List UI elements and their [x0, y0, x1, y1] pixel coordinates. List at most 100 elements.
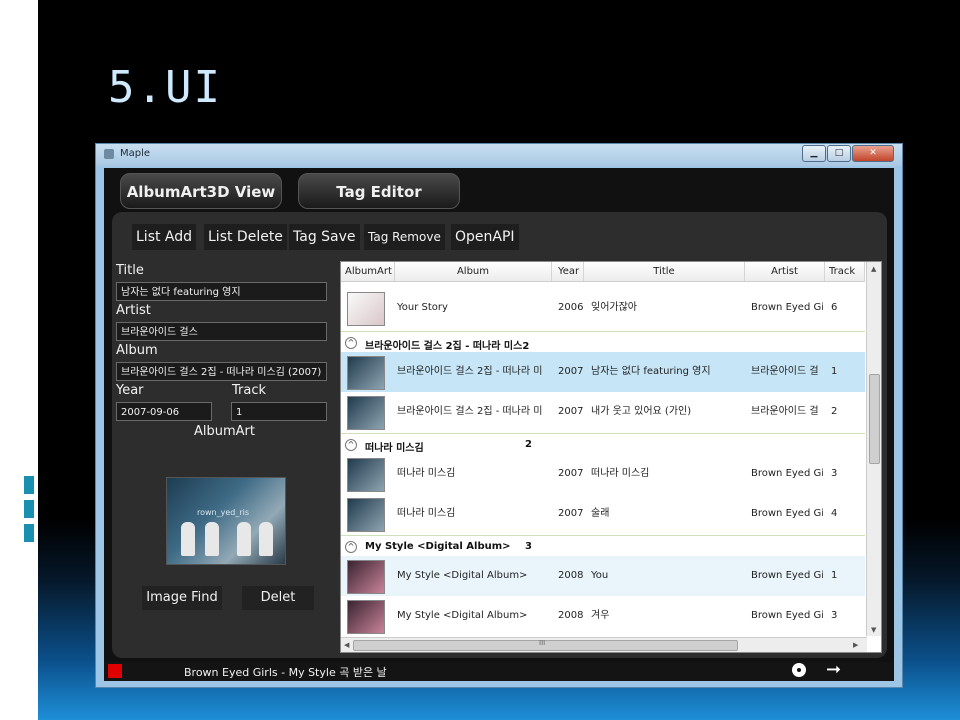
- year-cell: 2006: [558, 302, 584, 313]
- track-cell: 3: [831, 610, 838, 621]
- albumart-figure: [237, 522, 251, 556]
- album-cell: 브라운아이드 걸스 2집 - 떠나라 미: [397, 366, 543, 377]
- tag-save-button[interactable]: Tag Save: [289, 224, 360, 250]
- table-row[interactable]: 떠나라 미스김 2007 술래 Brown Eyed Girl 4: [341, 494, 865, 534]
- albumart-thumbnail: [347, 498, 385, 532]
- table-row[interactable]: My Style <Digital Album> 2008 You Brown …: [341, 556, 865, 596]
- table-row[interactable]: 브라운아이드 걸스 2집 - 떠나라 미 2007 내가 웃고 있어요 (가인)…: [341, 392, 865, 432]
- maximize-button[interactable]: □: [827, 145, 851, 162]
- tag-editor-panel: List Add List Delete Tag Save Tag Remove…: [112, 212, 887, 658]
- track-field[interactable]: 1: [231, 402, 327, 421]
- albumart-thumbnail: [347, 560, 385, 594]
- group-header[interactable]: ^ My Style <Digital Album> 3: [341, 535, 865, 558]
- artist-label: Artist: [116, 303, 151, 318]
- scroll-up-icon[interactable]: ▲: [871, 265, 876, 273]
- track-cell: 6: [831, 302, 838, 313]
- track-list-grid: AlbumArt Album Year Title Artist Track Y…: [340, 261, 882, 653]
- album-cell: My Style <Digital Album>: [397, 570, 528, 581]
- slide-decoration: [30, 34, 34, 108]
- stop-icon[interactable]: [108, 664, 122, 678]
- scroll-left-icon[interactable]: ◀: [344, 641, 349, 649]
- vertical-scroll-thumb[interactable]: [869, 374, 880, 464]
- disc-icon[interactable]: [792, 663, 806, 677]
- album-field[interactable]: 브라운아이드 걸스 2집 - 떠나라 미스김 (2007): [116, 362, 327, 381]
- artist-cell: Brown Eyed Girl: [751, 468, 823, 479]
- artist-cell: Brown Eyed Girl: [751, 610, 823, 621]
- slide-left-strip: [0, 0, 38, 720]
- year-label: Year: [116, 383, 144, 398]
- slide-title: 5.UI: [108, 62, 222, 113]
- track-cell: 4: [831, 508, 838, 519]
- albumart-figure: [205, 522, 219, 556]
- window-titlebar[interactable]: Maple ▁ □ ✕: [96, 144, 902, 166]
- delete-image-button[interactable]: Delet: [242, 586, 314, 610]
- vertical-scrollbar[interactable]: ▲ ▼: [866, 262, 881, 636]
- scroll-right-icon[interactable]: ▶: [853, 641, 858, 649]
- list-delete-button[interactable]: List Delete: [204, 224, 287, 250]
- column-header-albumart[interactable]: AlbumArt: [341, 262, 395, 281]
- column-header-artist[interactable]: Artist: [745, 262, 825, 281]
- group-title: 떠나라 미스김: [365, 443, 424, 454]
- year-cell: 2007: [558, 468, 584, 479]
- group-title: 브라운아이드 걸스 2집 - 떠나라 미스2: [365, 341, 530, 352]
- albumart-figure: [259, 522, 273, 556]
- window-title: Maple: [120, 148, 151, 159]
- close-button[interactable]: ✕: [852, 145, 894, 162]
- track-cell: 1: [831, 366, 838, 377]
- title-cell: 떠나라 미스김: [591, 468, 650, 479]
- track-cell: 3: [831, 468, 838, 479]
- title-cell: 술래: [591, 508, 610, 519]
- artist-cell: Brown Eyed Girl: [751, 508, 823, 519]
- horizontal-scroll-thumb[interactable]: III: [353, 639, 738, 651]
- group-count: 3: [525, 541, 532, 552]
- title-cell: 내가 웃고 있어요 (가인): [591, 406, 692, 417]
- column-header-album[interactable]: Album: [395, 262, 552, 281]
- column-header-title[interactable]: Title: [584, 262, 745, 281]
- next-arrow-icon[interactable]: ➞: [826, 659, 841, 680]
- collapse-icon[interactable]: ^: [345, 541, 357, 553]
- group-header[interactable]: ^ 브라운아이드 걸스 2집 - 떠나라 미스2: [341, 331, 865, 354]
- title-cell: You: [591, 570, 609, 581]
- group-count: 2: [525, 439, 532, 450]
- artist-cell: Brown Eyed Girl: [751, 302, 823, 313]
- scroll-down-icon[interactable]: ▼: [871, 626, 876, 634]
- title-field[interactable]: 남자는 없다 featuring 영지: [116, 282, 327, 301]
- image-find-button[interactable]: Image Find: [142, 586, 222, 610]
- minimize-button[interactable]: ▁: [802, 145, 826, 162]
- track-label: Track: [232, 383, 267, 398]
- track-cell: 2: [831, 406, 838, 417]
- column-header-track[interactable]: Track: [825, 262, 865, 281]
- albumart-figure: [181, 522, 195, 556]
- table-row[interactable]: Your Story 2006 잊어가잖아 Brown Eyed Girl 6: [341, 288, 865, 328]
- year-cell: 2008: [558, 610, 584, 621]
- artist-field[interactable]: 브라운아이드 걸스: [116, 322, 327, 341]
- albumart-thumbnail: [347, 292, 385, 326]
- table-row[interactable]: 떠나라 미스김 2007 떠나라 미스김 Brown Eyed Girl 3: [341, 454, 865, 494]
- album-cell: 떠나라 미스김: [397, 468, 456, 479]
- horizontal-scrollbar[interactable]: ◀ III ▶: [341, 637, 867, 652]
- album-cell: My Style <Digital Album>: [397, 610, 528, 621]
- list-add-button[interactable]: List Add: [132, 224, 197, 250]
- title-cell: 남자는 없다 featuring 영지: [591, 366, 711, 377]
- now-playing-text: Brown Eyed Girls - My Style 곡 받은 날: [184, 666, 387, 679]
- collapse-icon[interactable]: ^: [345, 439, 357, 451]
- openapi-button[interactable]: OpenAPI: [451, 224, 519, 250]
- tab-albumart3d-view[interactable]: AlbumArt3D View: [120, 173, 282, 209]
- track-cell: 1: [831, 570, 838, 581]
- slide-side-marks: [24, 476, 34, 548]
- album-cell: Your Story: [397, 302, 448, 313]
- tag-remove-button[interactable]: Tag Remove: [364, 224, 445, 250]
- year-field[interactable]: 2007-09-06: [116, 402, 212, 421]
- year-cell: 2008: [558, 570, 584, 581]
- group-header[interactable]: ^ 떠나라 미스김 2: [341, 433, 865, 456]
- title-label: Title: [116, 263, 144, 278]
- window-client-area: AlbumArt3D View Tag Editor List Add List…: [104, 168, 894, 681]
- collapse-icon[interactable]: ^: [345, 337, 357, 349]
- table-row[interactable]: My Style <Digital Album> 2008 겨우 Brown E…: [341, 596, 865, 636]
- year-cell: 2007: [558, 508, 584, 519]
- year-cell: 2007: [558, 406, 584, 417]
- tab-tag-editor[interactable]: Tag Editor: [298, 173, 460, 209]
- column-header-year[interactable]: Year: [552, 262, 584, 281]
- scroll-grip: III: [539, 639, 546, 647]
- table-row[interactable]: 브라운아이드 걸스 2집 - 떠나라 미 2007 남자는 없다 featuri…: [341, 352, 865, 392]
